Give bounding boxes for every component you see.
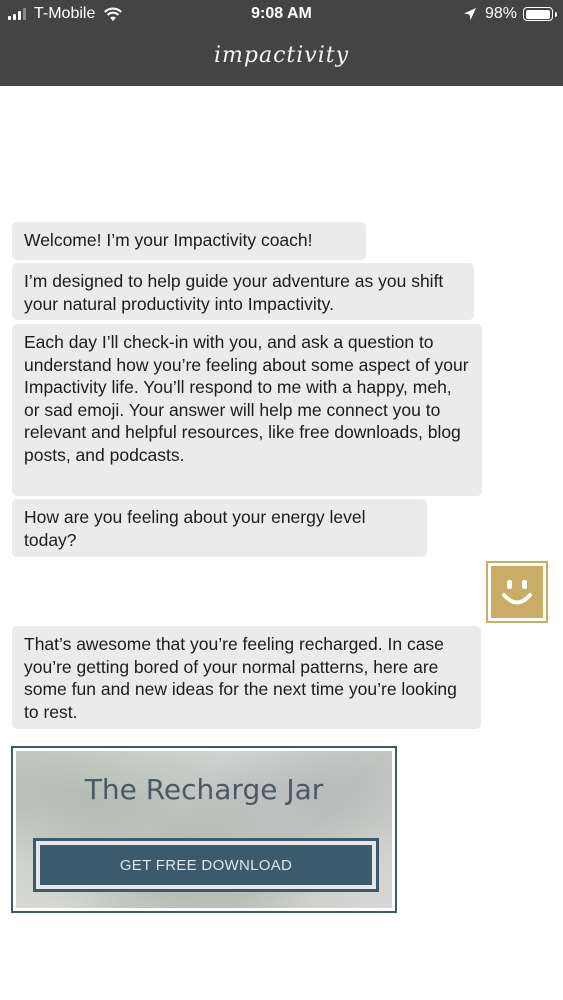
chat-message-explanation: Each day I’ll check-in with you, and ask… (12, 324, 482, 496)
battery-nub (554, 11, 557, 17)
happy-face-icon (491, 566, 543, 618)
battery-icon (523, 7, 557, 21)
card-title: The Recharge Jar (84, 773, 324, 806)
location-arrow-icon (463, 8, 476, 20)
status-bar: T-Mobile 9:08 AM 98% (0, 0, 563, 30)
get-free-download-button[interactable]: GET FREE DOWNLOAD (33, 838, 379, 892)
app-title: impactivity (213, 43, 350, 68)
happy-response-button[interactable] (486, 561, 548, 623)
chat-message-response: That’s awesome that you’re feeling recha… (12, 626, 481, 729)
status-right: 98% (463, 5, 557, 23)
chat-message-intro: I’m designed to help guide your adventur… (12, 263, 474, 320)
recharge-jar-card[interactable]: The Recharge Jar GET FREE DOWNLOAD (11, 746, 397, 913)
battery-fill (525, 9, 550, 19)
chat-message-welcome: Welcome! I’m your Impactivity coach! (12, 222, 366, 260)
card-background: The Recharge Jar GET FREE DOWNLOAD (16, 751, 392, 908)
top-bar: T-Mobile 9:08 AM 98% impactivity (0, 0, 563, 86)
chat-message-question: How are you feeling about your energy le… (12, 499, 427, 557)
battery-percent: 98% (484, 5, 517, 22)
download-button-label: GET FREE DOWNLOAD (40, 845, 372, 885)
